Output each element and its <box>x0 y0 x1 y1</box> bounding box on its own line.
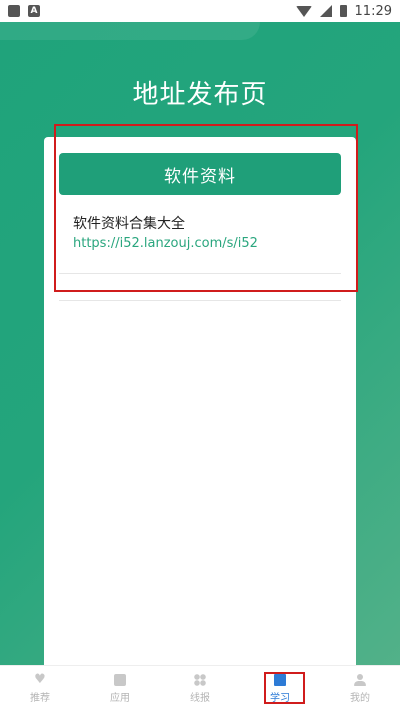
grid-icon <box>194 673 206 686</box>
nav-label: 线报 <box>190 692 210 704</box>
bottom-nav: ♥ 推荐 应用 线报 学习 我的 <box>0 665 400 711</box>
image-icon <box>8 5 20 17</box>
nav-label: 我的 <box>350 692 370 704</box>
item-link[interactable]: https://i52.lanzouj.com/s/i52 <box>73 236 258 251</box>
wifi-icon <box>295 5 312 17</box>
app-icon <box>114 673 126 686</box>
software-resources-button[interactable]: 软件资料 <box>59 153 341 195</box>
user-icon <box>354 673 366 686</box>
nav-item-profile[interactable]: 我的 <box>320 666 400 711</box>
heart-icon: ♥ <box>34 671 46 687</box>
nav-item-apps[interactable]: 应用 <box>80 666 160 711</box>
item-title: 软件资料合集大全 <box>73 216 185 232</box>
status-time: 11:29 <box>354 3 392 19</box>
nav-item-learning[interactable]: 学习 <box>240 666 320 711</box>
divider <box>59 273 341 274</box>
a-icon: A <box>28 5 40 17</box>
status-left: A <box>8 5 40 17</box>
nav-label: 应用 <box>110 692 130 704</box>
app-screen: A 11:29 地址发布页 软件资料 软件资料合集大全 https://i52.… <box>0 0 400 711</box>
nav-item-deals[interactable]: 线报 <box>160 666 240 711</box>
content-card: 软件资料 软件资料合集大全 https://i52.lanzouj.com/s/… <box>44 137 356 677</box>
decorative-shape <box>0 22 260 40</box>
status-right: 11:29 <box>295 3 392 19</box>
page-title: 地址发布页 <box>132 80 268 110</box>
nav-item-recommend[interactable]: ♥ 推荐 <box>0 666 80 711</box>
divider <box>59 300 341 301</box>
nav-label: 学习 <box>270 692 290 704</box>
nav-label: 推荐 <box>30 692 50 704</box>
status-bar: A 11:29 <box>0 0 400 22</box>
battery-icon <box>339 5 347 17</box>
book-icon <box>274 673 286 686</box>
signal-icon <box>319 5 332 17</box>
